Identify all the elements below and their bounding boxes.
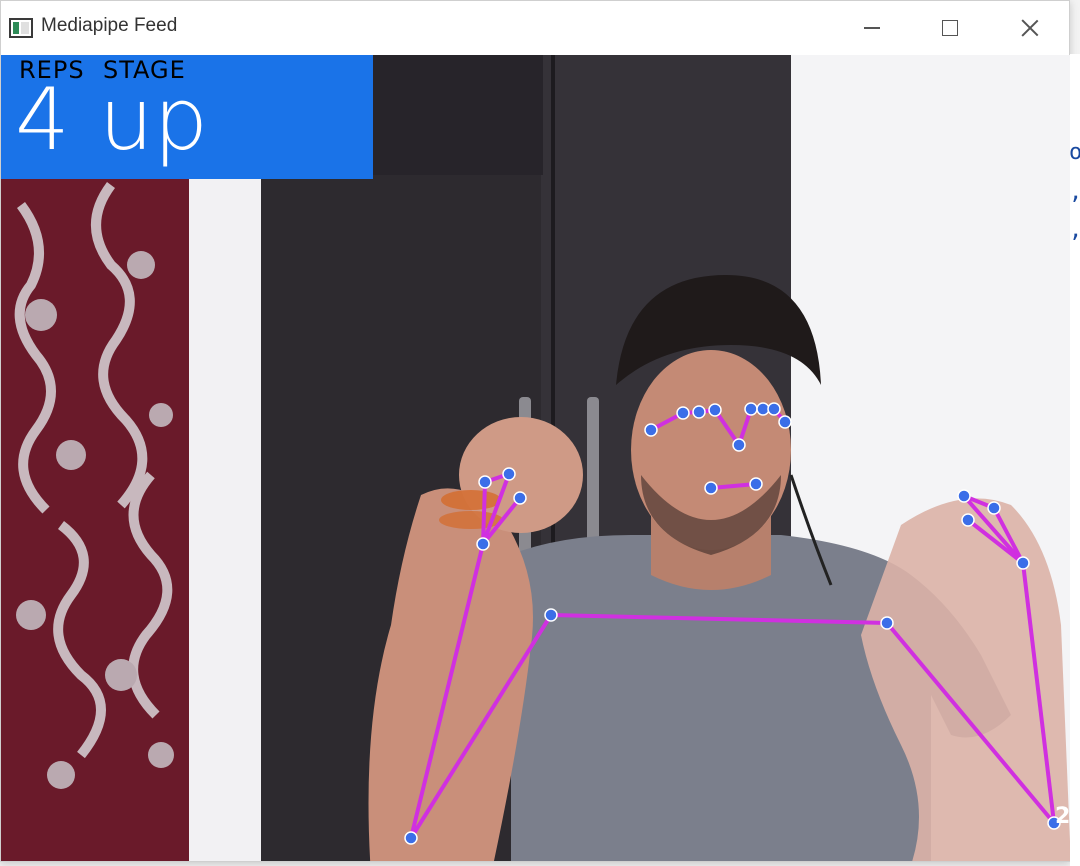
pose-landmark [708,403,722,417]
pose-landmark [404,831,418,845]
minimize-icon [864,27,880,29]
corner-text: 2 [1055,804,1070,829]
pose-landmark [1016,556,1030,570]
pose-landmark [744,402,758,416]
maximize-icon [942,20,958,36]
reps-value: 4 [15,70,70,170]
pose-landmark [692,405,706,419]
pose-landmark [987,501,1001,515]
pose-landmark [704,481,718,495]
pose-landmark [732,438,746,452]
app-icon [9,18,33,38]
background-glyph: , [1069,180,1080,205]
pose-landmark [767,402,781,416]
door-frame [189,175,261,861]
maximize-button[interactable] [911,1,989,55]
pose-landmark [513,491,527,505]
pose-landmark [502,467,516,481]
pose-landmark [478,475,492,489]
pose-landmark [676,406,690,420]
rep-counter-box: REPS STAGE 4 up [1,55,373,179]
minimize-button[interactable] [833,1,911,55]
pose-landmark [544,608,558,622]
background-window-edge [1070,54,1080,866]
pose-landmark [957,489,971,503]
pose-landmark [778,415,792,429]
pose-landmark [749,477,763,491]
stage-value: up [99,70,209,170]
close-button[interactable] [991,1,1069,55]
pose-landmark [756,402,770,416]
title-bar[interactable]: Mediapipe Feed [1,1,1069,55]
mediapipe-window: Mediapipe Feed 2 REPS STAGE 4 up [0,0,1070,862]
window-title: Mediapipe Feed [41,15,178,36]
cupboard-handle-right [587,397,599,547]
pose-landmark [880,616,894,630]
camera-feed: 2 REPS STAGE 4 up [1,55,1070,861]
pose-landmark [961,513,975,527]
pose-landmark [476,537,490,551]
background-glyph: o [1069,140,1080,165]
pose-landmark [644,423,658,437]
background-glyph: , [1069,218,1080,243]
close-icon [1021,19,1039,37]
